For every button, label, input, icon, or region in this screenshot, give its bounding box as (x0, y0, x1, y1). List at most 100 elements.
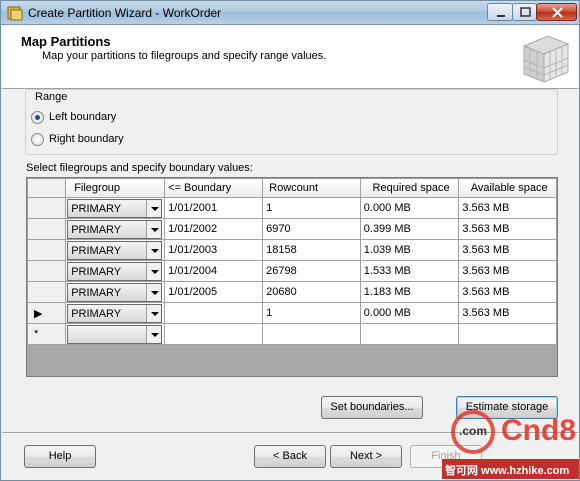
filegroup-cell[interactable]: PRIMARY (65, 302, 166, 324)
set-boundaries-button[interactable]: Set boundaries... (321, 396, 423, 419)
dropdown-arrow-icon[interactable] (146, 304, 162, 322)
filegroup-value: PRIMARY (71, 307, 122, 320)
available-space-cell (458, 323, 557, 345)
boundary-cell[interactable]: 1/01/2002 (164, 218, 264, 240)
back-button[interactable]: < Back (254, 445, 326, 468)
close-button[interactable] (536, 3, 577, 21)
table-row[interactable]: PRIMARY 1/01/2002 6970 0.399 MB 3.563 MB (26, 218, 557, 240)
filegroup-value: PRIMARY (71, 286, 122, 299)
row-header[interactable]: ▶ (26, 302, 67, 324)
required-space-cell: 1.533 MB (359, 260, 460, 282)
right-boundary-label: Right boundary (49, 133, 124, 145)
window-title: Create Partition Wizard - WorkOrder (28, 6, 222, 20)
page-title: Map Partitions (21, 34, 111, 49)
row-header[interactable] (26, 197, 67, 219)
required-space-cell: 0.000 MB (359, 302, 460, 324)
radio-unselected-icon (31, 133, 44, 146)
watermark-footer-text: 智可网 www.hzhike.com (445, 465, 570, 477)
dropdown-arrow-icon[interactable] (146, 199, 162, 217)
table-row[interactable]: * (26, 323, 557, 345)
row-header[interactable] (26, 281, 67, 303)
maximize-button[interactable] (512, 3, 537, 21)
wizard-window: Create Partition Wizard - WorkOrder Map … (0, 0, 580, 481)
dropdown-arrow-icon[interactable] (146, 283, 162, 301)
watermark-logo: .com Cnd8 (441, 406, 579, 458)
dropdown-arrow-icon[interactable] (146, 262, 162, 280)
row-marker (28, 265, 34, 277)
filegroup-dropdown[interactable]: PRIMARY (67, 198, 163, 218)
right-boundary-radio[interactable]: Right boundary (31, 132, 231, 148)
rowcount-cell: 18158 (262, 239, 361, 261)
rowcount-cell: 20680 (262, 281, 361, 303)
row-header[interactable]: * (26, 323, 67, 345)
row-marker: ▶ (34, 307, 43, 320)
table-row[interactable]: PRIMARY 1/01/2003 18158 1.039 MB 3.563 MB (26, 239, 557, 261)
dropdown-arrow-icon[interactable] (146, 220, 162, 238)
row-marker (28, 223, 34, 235)
minimize-icon (497, 15, 505, 17)
grid-header-row: Filegroup <= Boundary Rowcount Required … (26, 178, 557, 198)
column-header-required-space[interactable]: Required space (359, 178, 460, 198)
filegroup-cell[interactable]: PRIMARY (65, 281, 166, 303)
rowcount-cell (262, 323, 361, 345)
column-header-rowcount[interactable]: Rowcount (262, 178, 361, 198)
filegroup-cell[interactable]: PRIMARY (65, 218, 166, 240)
rowcount-cell: 1 (262, 302, 361, 324)
filegroup-cell[interactable]: PRIMARY (65, 239, 166, 261)
boundary-cell[interactable]: 1/01/2001 (164, 197, 264, 219)
next-button[interactable]: Next > (330, 445, 402, 468)
row-header-corner (26, 178, 67, 198)
row-marker (28, 202, 34, 214)
boundary-cell[interactable]: 1/01/2004 (164, 260, 264, 282)
available-space-cell: 3.563 MB (458, 197, 557, 219)
filegroup-dropdown[interactable] (67, 324, 163, 344)
available-space-cell: 3.563 MB (458, 239, 557, 261)
dropdown-arrow-icon[interactable] (146, 241, 162, 259)
left-boundary-label: Left boundary (49, 111, 117, 123)
filegroup-dropdown[interactable]: PRIMARY (67, 282, 163, 302)
row-marker: * (34, 328, 39, 340)
boundary-cell[interactable] (164, 323, 264, 345)
filegroup-cell[interactable] (65, 323, 166, 345)
watermark-domain: .com (459, 424, 488, 438)
boundary-grid[interactable]: Filegroup <= Boundary Rowcount Required … (26, 177, 558, 377)
filegroup-dropdown[interactable]: PRIMARY (67, 219, 163, 239)
boundary-cell[interactable]: 1/01/2005 (164, 281, 264, 303)
available-space-cell: 3.563 MB (458, 302, 557, 324)
boundary-cell[interactable]: 1/01/2003 (164, 239, 264, 261)
range-group-label: Range (34, 91, 69, 103)
boundary-cell[interactable] (164, 302, 264, 324)
grid-instruction-label: Select filegroups and specify boundary v… (26, 162, 253, 174)
wizard-header: Map Partitions Map your partitions to fi… (2, 26, 578, 89)
watermark-footer: 智可网 www.hzhike.com (442, 459, 579, 479)
title-bar[interactable]: Create Partition Wizard - WorkOrder (1, 1, 579, 25)
row-header[interactable] (26, 218, 67, 240)
filegroup-value: PRIMARY (71, 265, 122, 278)
database-app-icon (7, 6, 23, 21)
filegroup-dropdown[interactable]: PRIMARY (67, 261, 163, 281)
filegroup-dropdown[interactable]: PRIMARY (67, 240, 163, 260)
available-space-cell: 3.563 MB (458, 260, 557, 282)
left-boundary-radio[interactable]: Left boundary (31, 110, 231, 126)
row-marker (28, 286, 34, 298)
column-header-boundary[interactable]: <= Boundary (164, 178, 264, 198)
help-button[interactable]: Help (24, 445, 96, 468)
table-row[interactable]: PRIMARY 1/01/2005 20680 1.183 MB 3.563 MB (26, 281, 557, 303)
table-row[interactable]: PRIMARY 1/01/2004 26798 1.533 MB 3.563 MB (26, 260, 557, 282)
filegroup-cell[interactable]: PRIMARY (65, 260, 166, 282)
row-header[interactable] (26, 260, 67, 282)
table-row[interactable]: PRIMARY 1/01/2001 1 0.000 MB 3.563 MB (26, 197, 557, 219)
column-header-available-space[interactable]: Available space (458, 178, 557, 198)
column-header-filegroup[interactable]: Filegroup (65, 178, 166, 198)
dropdown-arrow-icon[interactable] (146, 325, 162, 343)
minimize-button[interactable] (487, 3, 513, 21)
row-header[interactable] (26, 239, 67, 261)
filegroup-value: PRIMARY (71, 244, 122, 257)
filegroup-cell[interactable]: PRIMARY (65, 197, 166, 219)
filegroup-dropdown[interactable]: PRIMARY (67, 303, 163, 323)
watermark-brand: Cnd8 (501, 414, 576, 447)
partition-cube-icon (522, 35, 570, 83)
table-row[interactable]: ▶ PRIMARY 1 0.000 MB 3.563 MB (26, 302, 557, 324)
maximize-icon (520, 7, 531, 17)
required-space-cell: 1.183 MB (359, 281, 460, 303)
